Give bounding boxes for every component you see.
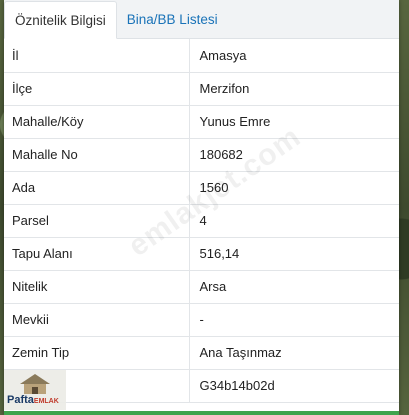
logo-text: PaftaEMLAK <box>7 394 59 406</box>
logo-text-main: Pafta <box>7 394 34 406</box>
attribute-key: Parsel <box>4 204 190 238</box>
attribute-value: Amasya <box>189 39 399 73</box>
tab-building-list[interactable]: Bina/BB Listesi <box>117 1 228 38</box>
table-row: Tapu Alanı 516,14 <box>4 237 399 271</box>
attribute-value: 516,14 <box>189 237 399 271</box>
attribute-table: İl Amasya İlçe Merzifon Mahalle/Köy Yunus Emr… <box>4 39 399 403</box>
table-row: Ada 1560 <box>4 171 399 205</box>
attribute-value: Yunus Emre <box>189 105 399 139</box>
table-row: Mahalle No 180682 <box>4 138 399 172</box>
attribute-key: Mevkii <box>4 303 190 337</box>
table-row: Zemin Tip Ana Taşınmaz <box>4 336 399 370</box>
attribute-key: İlçe <box>4 72 190 106</box>
table-row: Nitelik Arsa <box>4 270 399 304</box>
logo-text-small: EMLAK <box>33 398 59 405</box>
table-row: Mahalle/Köy Yunus Emre <box>4 105 399 139</box>
attribute-panel: Öznitelik Bilgisi Bina/BB Listesi İl Amas… <box>4 0 399 415</box>
attribute-key: Ada <box>4 171 190 205</box>
attribute-value: 180682 <box>189 138 399 172</box>
tab-bar: Öznitelik Bilgisi Bina/BB Listesi <box>4 0 399 39</box>
attribute-key: Mahalle/Köy <box>4 105 190 139</box>
attribute-key: Mahalle No <box>4 138 190 172</box>
attribute-value: 4 <box>189 204 399 238</box>
attribute-key: Tapu Alanı <box>4 237 190 271</box>
attribute-value: G34b14b02d <box>189 369 399 403</box>
attribute-value: - <box>189 303 399 337</box>
table-row: Mevkii - <box>4 303 399 337</box>
attribute-key: İl <box>4 39 190 73</box>
pafta-emlak-logo: PaftaEMLAK <box>4 370 66 410</box>
bottom-bar <box>4 411 399 415</box>
attribute-value: Merzifon <box>189 72 399 106</box>
attribute-value: Arsa <box>189 270 399 304</box>
attribute-value: Ana Taşınmaz <box>189 336 399 370</box>
table-row: İlçe Merzifon <box>4 72 399 106</box>
house-icon <box>20 374 50 394</box>
attribute-value: 1560 <box>189 171 399 205</box>
attribute-key: Nitelik <box>4 270 190 304</box>
table-row: İl Amasya <box>4 39 399 73</box>
attribute-key: Zemin Tip <box>4 336 190 370</box>
table-row: Parsel 4 <box>4 204 399 238</box>
tab-attribute-info[interactable]: Öznitelik Bilgisi <box>4 1 117 39</box>
